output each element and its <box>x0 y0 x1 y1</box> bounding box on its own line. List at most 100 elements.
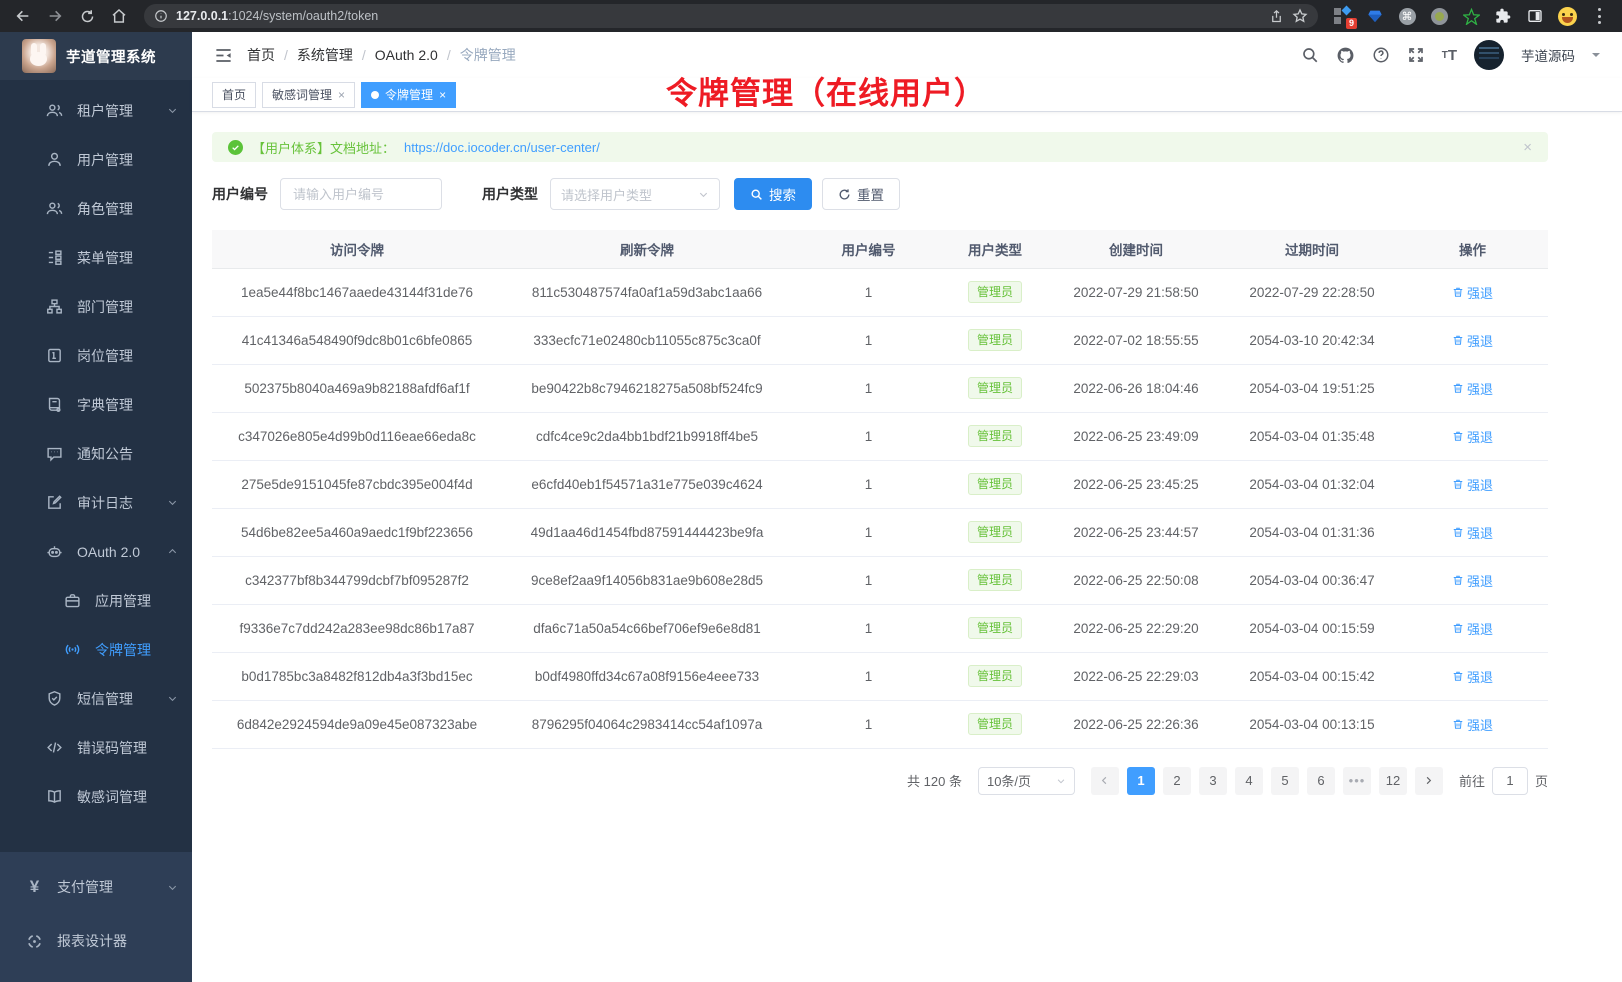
force-logout-button[interactable]: 强退 <box>1452 331 1493 350</box>
github-icon[interactable] <box>1336 46 1355 65</box>
chevron-down-icon <box>167 882 178 893</box>
sidebar-item-errcode[interactable]: 错误码管理 <box>0 723 192 772</box>
access-token-cell: 6d842e2924594de9a09e45e087323abe <box>212 700 502 748</box>
force-logout-button[interactable]: 强退 <box>1452 571 1493 590</box>
force-logout-button[interactable]: 强退 <box>1452 619 1493 638</box>
reload-icon[interactable] <box>74 4 100 28</box>
action-cell: 强退 <box>1397 364 1548 412</box>
sidebar-item-oauth-app[interactable]: 应用管理 <box>0 576 192 625</box>
user-type-cell: 管理员 <box>945 412 1045 460</box>
breadcrumb-oauth[interactable]: OAuth 2.0 <box>375 47 438 63</box>
force-logout-button[interactable]: 强退 <box>1452 379 1493 398</box>
sidebar-item-post[interactable]: 岗位管理 <box>0 331 192 380</box>
sidebar-item-sms[interactable]: 短信管理 <box>0 674 192 723</box>
command-extension-icon[interactable]: ⌘ <box>1394 4 1420 28</box>
user-type-cell: 管理员 <box>945 460 1045 508</box>
forward-icon[interactable] <box>42 4 68 28</box>
sidebar-item-dict[interactable]: 字典管理 <box>0 380 192 429</box>
sidebar-item-oauth-token[interactable]: 令牌管理 <box>0 625 192 674</box>
browser-menu-icon[interactable] <box>1586 4 1612 28</box>
page-button-12[interactable]: 12 <box>1379 767 1407 795</box>
action-cell: 强退 <box>1397 316 1548 364</box>
roles-icon <box>46 200 63 217</box>
search-icon[interactable] <box>1301 46 1319 64</box>
force-logout-button[interactable]: 强退 <box>1452 283 1493 302</box>
tab-token-manage[interactable]: 令牌管理 × <box>361 82 456 108</box>
user-type-select[interactable]: 请选择用户类型 <box>550 178 720 210</box>
user-id-cell: 1 <box>792 460 945 508</box>
breadcrumb-system[interactable]: 系统管理 <box>297 45 353 65</box>
doc-link[interactable]: https://doc.iocoder.cn/user-center/ <box>404 140 600 155</box>
extension-grid-icon[interactable]: 9 <box>1330 4 1356 28</box>
tab-home[interactable]: 首页 <box>212 82 256 108</box>
search-button[interactable]: 搜索 <box>734 178 812 210</box>
close-icon[interactable]: × <box>439 88 446 102</box>
sidebar-item-sensitive[interactable]: 敏感词管理 <box>0 772 192 821</box>
user-type-cell: 管理员 <box>945 316 1045 364</box>
force-logout-button[interactable]: 强退 <box>1452 475 1493 494</box>
page-size-select[interactable]: 10条/页 <box>978 767 1075 795</box>
user-avatar[interactable] <box>1474 40 1504 70</box>
gem-extension-icon[interactable] <box>1362 4 1388 28</box>
more-pages-button[interactable]: ••• <box>1343 767 1371 795</box>
prev-page-button[interactable] <box>1091 767 1119 795</box>
col-created: 创建时间 <box>1045 230 1227 268</box>
force-logout-button[interactable]: 强退 <box>1452 667 1493 686</box>
next-page-button[interactable] <box>1415 767 1443 795</box>
sidebar-item-notice[interactable]: 通知公告 <box>0 429 192 478</box>
page-button-5[interactable]: 5 <box>1271 767 1299 795</box>
user-id-input[interactable] <box>280 178 442 210</box>
page-button-6[interactable]: 6 <box>1307 767 1335 795</box>
home-icon[interactable] <box>106 4 132 28</box>
app-logo-bar[interactable]: 芋道管理系统 <box>0 32 192 80</box>
sidebar-item-audit[interactable]: 审计日志 <box>0 478 192 527</box>
alert-close-icon[interactable]: × <box>1523 139 1532 156</box>
refresh-token-cell: be90422b8c7946218275a508bf524fc9 <box>502 364 792 412</box>
breadcrumb-current: 令牌管理 <box>460 45 516 65</box>
user-id-cell: 1 <box>792 604 945 652</box>
user-type-cell: 管理员 <box>945 652 1045 700</box>
refresh-token-cell: dfa6c71a50a54c66bef706ef9e6e8d81 <box>502 604 792 652</box>
sidebar-toggle[interactable] <box>214 46 233 65</box>
fullscreen-icon[interactable] <box>1407 46 1425 64</box>
reset-button[interactable]: 重置 <box>822 178 900 210</box>
sidebar-item-tenant[interactable]: 租户管理 <box>0 86 192 135</box>
force-logout-button[interactable]: 强退 <box>1452 715 1493 734</box>
page-button-1[interactable]: 1 <box>1127 767 1155 795</box>
close-icon[interactable]: × <box>338 88 345 102</box>
action-cell: 强退 <box>1397 652 1548 700</box>
user-type-cell: 管理员 <box>945 268 1045 316</box>
force-logout-button[interactable]: 强退 <box>1452 427 1493 446</box>
bookmark-star-icon[interactable] <box>1292 8 1308 24</box>
site-info-icon[interactable] <box>154 9 168 23</box>
back-icon[interactable] <box>10 4 36 28</box>
font-size-icon[interactable]: TT <box>1442 47 1457 64</box>
goto-page-input[interactable] <box>1492 767 1528 795</box>
page-button-3[interactable]: 3 <box>1199 767 1227 795</box>
breadcrumb-home[interactable]: 首页 <box>247 45 275 65</box>
star-extension-icon[interactable] <box>1458 4 1484 28</box>
page-button-4[interactable]: 4 <box>1235 767 1263 795</box>
action-cell: 强退 <box>1397 700 1548 748</box>
split-view-icon[interactable] <box>1522 4 1548 28</box>
sidebar-item-pay[interactable]: ¥ 支付管理 <box>0 860 192 914</box>
share-icon[interactable] <box>1269 9 1284 24</box>
force-logout-button[interactable]: 强退 <box>1452 523 1493 542</box>
sidebar-item-user[interactable]: 用户管理 <box>0 135 192 184</box>
sidebar-item-menu[interactable]: 菜单管理 <box>0 233 192 282</box>
created-cell: 2022-06-26 18:04:46 <box>1045 364 1227 412</box>
sidebar-item-role[interactable]: 角色管理 <box>0 184 192 233</box>
sidebar: 芋道管理系统 租户管理 用户管理 角色管理 菜单管理 部门管理 <box>0 32 192 982</box>
address-bar[interactable]: 127.0.0.1:1024/system/oauth2/token <box>144 4 1318 28</box>
record-extension-icon[interactable] <box>1426 4 1452 28</box>
chevron-down-icon[interactable] <box>1592 53 1600 61</box>
puzzle-extensions-icon[interactable] <box>1490 4 1516 28</box>
sidebar-item-oauth[interactable]: OAuth 2.0 <box>0 527 192 576</box>
help-icon[interactable] <box>1372 46 1390 64</box>
page-button-2[interactable]: 2 <box>1163 767 1191 795</box>
tab-sensitive-words[interactable]: 敏感词管理 × <box>262 82 355 108</box>
sidebar-item-report[interactable]: 报表设计器 <box>0 914 192 968</box>
sidebar-item-dept[interactable]: 部门管理 <box>0 282 192 331</box>
profile-avatar-icon[interactable] <box>1554 4 1580 28</box>
user-name[interactable]: 芋道源码 <box>1521 45 1575 65</box>
